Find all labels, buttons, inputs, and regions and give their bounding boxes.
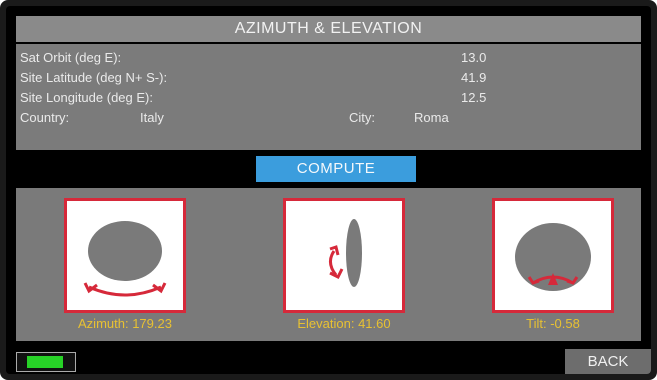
info-panel: Sat Orbit (deg E): 13.0 Site Latitude (d… (16, 44, 641, 150)
battery-icon (16, 352, 76, 372)
azimuth-rotation-icon (83, 221, 167, 297)
elevation-card (283, 198, 405, 313)
back-button[interactable]: BACK (565, 349, 651, 374)
city-label: City: (349, 110, 375, 125)
screen: AZIMUTH & ELEVATION Sat Orbit (deg E): 1… (6, 6, 651, 374)
compute-button[interactable]: COMPUTE (256, 156, 416, 182)
device-frame: AZIMUTH & ELEVATION Sat Orbit (deg E): 1… (0, 0, 657, 380)
tilt-caption: Tilt: -0.58 (526, 316, 580, 331)
azimuth-card (64, 198, 186, 313)
azimuth-caption: Azimuth: 179.23 (78, 316, 172, 331)
site-latitude-value[interactable]: 41.9 (461, 68, 486, 88)
site-longitude-row: Site Longitude (deg E): 12.5 (16, 88, 641, 108)
site-longitude-value[interactable]: 12.5 (461, 88, 486, 108)
sat-orbit-label: Sat Orbit (deg E): (20, 50, 122, 65)
sat-orbit-row: Sat Orbit (deg E): 13.0 (16, 48, 641, 68)
city-value[interactable]: Roma (414, 108, 449, 128)
country-value[interactable]: Italy (140, 108, 164, 128)
site-longitude-label: Site Longitude (deg E): (20, 90, 153, 105)
elevation-caption: Elevation: 41.60 (297, 316, 391, 331)
elevation-rotation-icon (329, 219, 362, 287)
tilt-card (492, 198, 614, 313)
sat-orbit-value[interactable]: 13.0 (461, 48, 486, 68)
diagram-panel: Azimuth: 179.23 Elevation: 41.60 Tilt: -… (16, 188, 641, 341)
location-row: Country: Italy City: Roma (16, 108, 641, 128)
country-label: Country: (20, 110, 70, 125)
site-latitude-row: Site Latitude (deg N+ S-): 41.9 (16, 68, 641, 88)
page-title: AZIMUTH & ELEVATION (16, 16, 641, 42)
status-bar: BACK (6, 349, 651, 374)
site-latitude-label: Site Latitude (deg N+ S-): (20, 70, 168, 85)
tilt-rotation-icon (515, 223, 591, 291)
battery-level (27, 356, 63, 368)
